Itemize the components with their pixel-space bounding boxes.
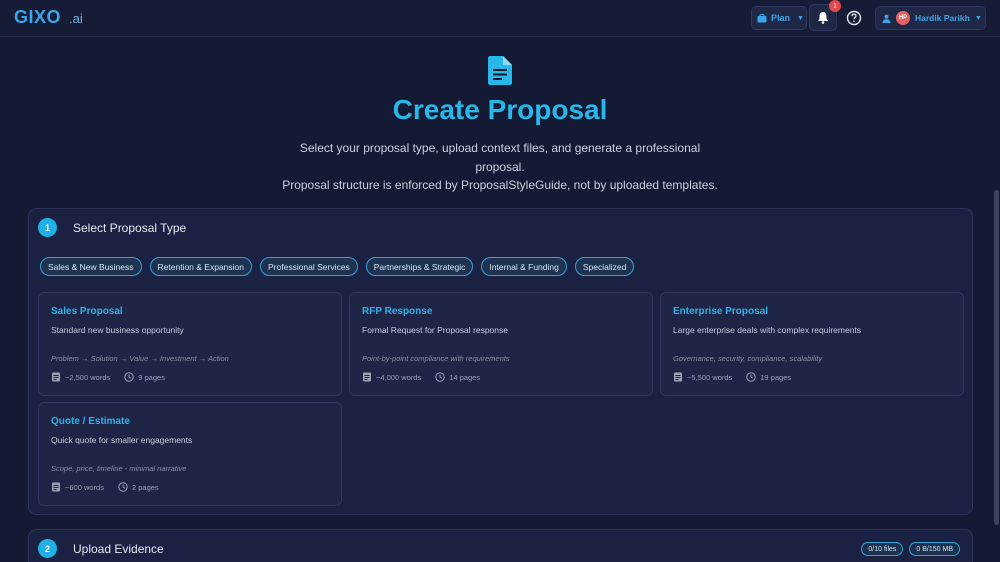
logo[interactable]: GIXO .ai: [14, 7, 83, 28]
user-menu-button[interactable]: HP Hardik Parikh ▼: [875, 6, 986, 30]
card-structure: Point-by-point compliance with requireme…: [362, 354, 510, 363]
chevron-down-icon: ▼: [797, 14, 804, 22]
user-icon: [882, 14, 891, 23]
category-chip-sales[interactable]: Sales & New Business: [40, 257, 142, 276]
page-title: Create Proposal: [392, 94, 608, 125]
upload-limits: 0/10 files 0 B/150 MB: [861, 542, 960, 556]
card-structure: Governance, security, compliance, scalab…: [673, 354, 823, 363]
card-meta: ~600 words 2 pages: [51, 482, 159, 492]
bell-icon: [818, 12, 828, 24]
card-description: Large enterprise deals with complex requ…: [673, 325, 862, 335]
word-count: ~5,500 words: [687, 372, 733, 382]
plan-label: Plan: [771, 13, 791, 23]
notification-badge: 1: [829, 0, 841, 12]
page-note: Proposal structure is enforced by Propos…: [282, 178, 718, 192]
word-count: ~4,000 words: [376, 372, 422, 382]
card-meta: ~4,000 words 14 pages: [362, 372, 480, 382]
proposal-type-card-quote[interactable]: Quote / Estimate Quick quote for smaller…: [38, 402, 342, 506]
page-scrollbar[interactable]: [994, 190, 999, 525]
page-description: Select your proposal type, upload contex…: [299, 141, 701, 174]
help-icon[interactable]: [846, 10, 862, 26]
step-number-badge: 1: [38, 218, 57, 237]
document-icon: [363, 372, 371, 382]
section-title: Upload Evidence: [73, 542, 164, 556]
category-chip-partnerships[interactable]: Partnerships & Strategic: [365, 257, 474, 276]
document-icon: [488, 56, 512, 85]
top-bar: GIXO .ai Plan ▼ 1 HP Hardik Parikh ▼: [0, 0, 1000, 37]
briefcase-icon: [757, 13, 767, 22]
step-number-badge: 2: [38, 539, 57, 558]
page-count: 14 pages: [449, 372, 481, 382]
storage-usage-badge: 0 B/150 MB: [909, 542, 960, 556]
category-chip-specialized[interactable]: Specialized: [574, 257, 635, 276]
document-icon: [674, 372, 682, 382]
page-count: 19 pages: [760, 372, 792, 382]
page-count: 9 pages: [138, 372, 165, 382]
word-count: ~2,500 words: [65, 372, 111, 382]
card-description: Quick quote for smaller engagements: [51, 435, 193, 445]
card-structure: Scope, price, timeline - minimal narrati…: [51, 464, 187, 473]
proposal-type-card-rfp[interactable]: RFP Response Formal Request for Proposal…: [349, 292, 653, 396]
card-title: Sales Proposal: [51, 306, 123, 317]
category-chip-retention[interactable]: Retention & Expansion: [149, 257, 252, 276]
clock-icon: [746, 372, 756, 382]
category-filters: Sales & New Business Retention & Expansi…: [40, 257, 635, 276]
category-chip-internal-funding[interactable]: Internal & Funding: [481, 257, 567, 276]
upload-evidence-section: 2 Upload Evidence 0/10 files 0 B/150 MB: [28, 529, 973, 562]
document-icon: [52, 372, 60, 382]
proposal-type-card-enterprise[interactable]: Enterprise Proposal Large enterprise dea…: [660, 292, 964, 396]
section-title: Select Proposal Type: [73, 221, 187, 235]
avatar: HP: [896, 11, 910, 25]
document-icon: [52, 482, 60, 492]
clock-icon: [435, 372, 445, 382]
proposal-type-card-sales[interactable]: Sales Proposal Standard new business opp…: [38, 292, 342, 396]
file-count-badge: 0/10 files: [861, 542, 904, 556]
clock-icon: [118, 482, 128, 492]
card-meta: ~5,500 words 19 pages: [673, 372, 791, 382]
card-meta: ~2,500 words 9 pages: [51, 372, 165, 382]
chevron-down-icon: ▼: [974, 14, 982, 22]
plan-button[interactable]: Plan ▼: [751, 6, 807, 30]
word-count: ~600 words: [65, 482, 104, 492]
user-name: Hardik Parikh: [915, 13, 970, 23]
category-chip-professional-services[interactable]: Professional Services: [260, 257, 358, 276]
select-proposal-type-section: 1 Select Proposal Type Sales & New Busin…: [28, 208, 973, 515]
page-count: 2 pages: [131, 482, 159, 492]
card-structure: Problem → Solution → Value → Investment …: [51, 354, 229, 363]
logo-suffix: .ai: [69, 11, 83, 26]
logo-text: GIXO: [14, 7, 62, 27]
card-description: Standard new business opportunity: [51, 325, 184, 335]
clock-icon: [124, 372, 134, 382]
card-title: RFP Response: [362, 306, 433, 317]
card-title: Quote / Estimate: [51, 416, 130, 427]
card-title: Enterprise Proposal: [673, 306, 769, 317]
card-description: Formal Request for Proposal response: [362, 325, 508, 335]
